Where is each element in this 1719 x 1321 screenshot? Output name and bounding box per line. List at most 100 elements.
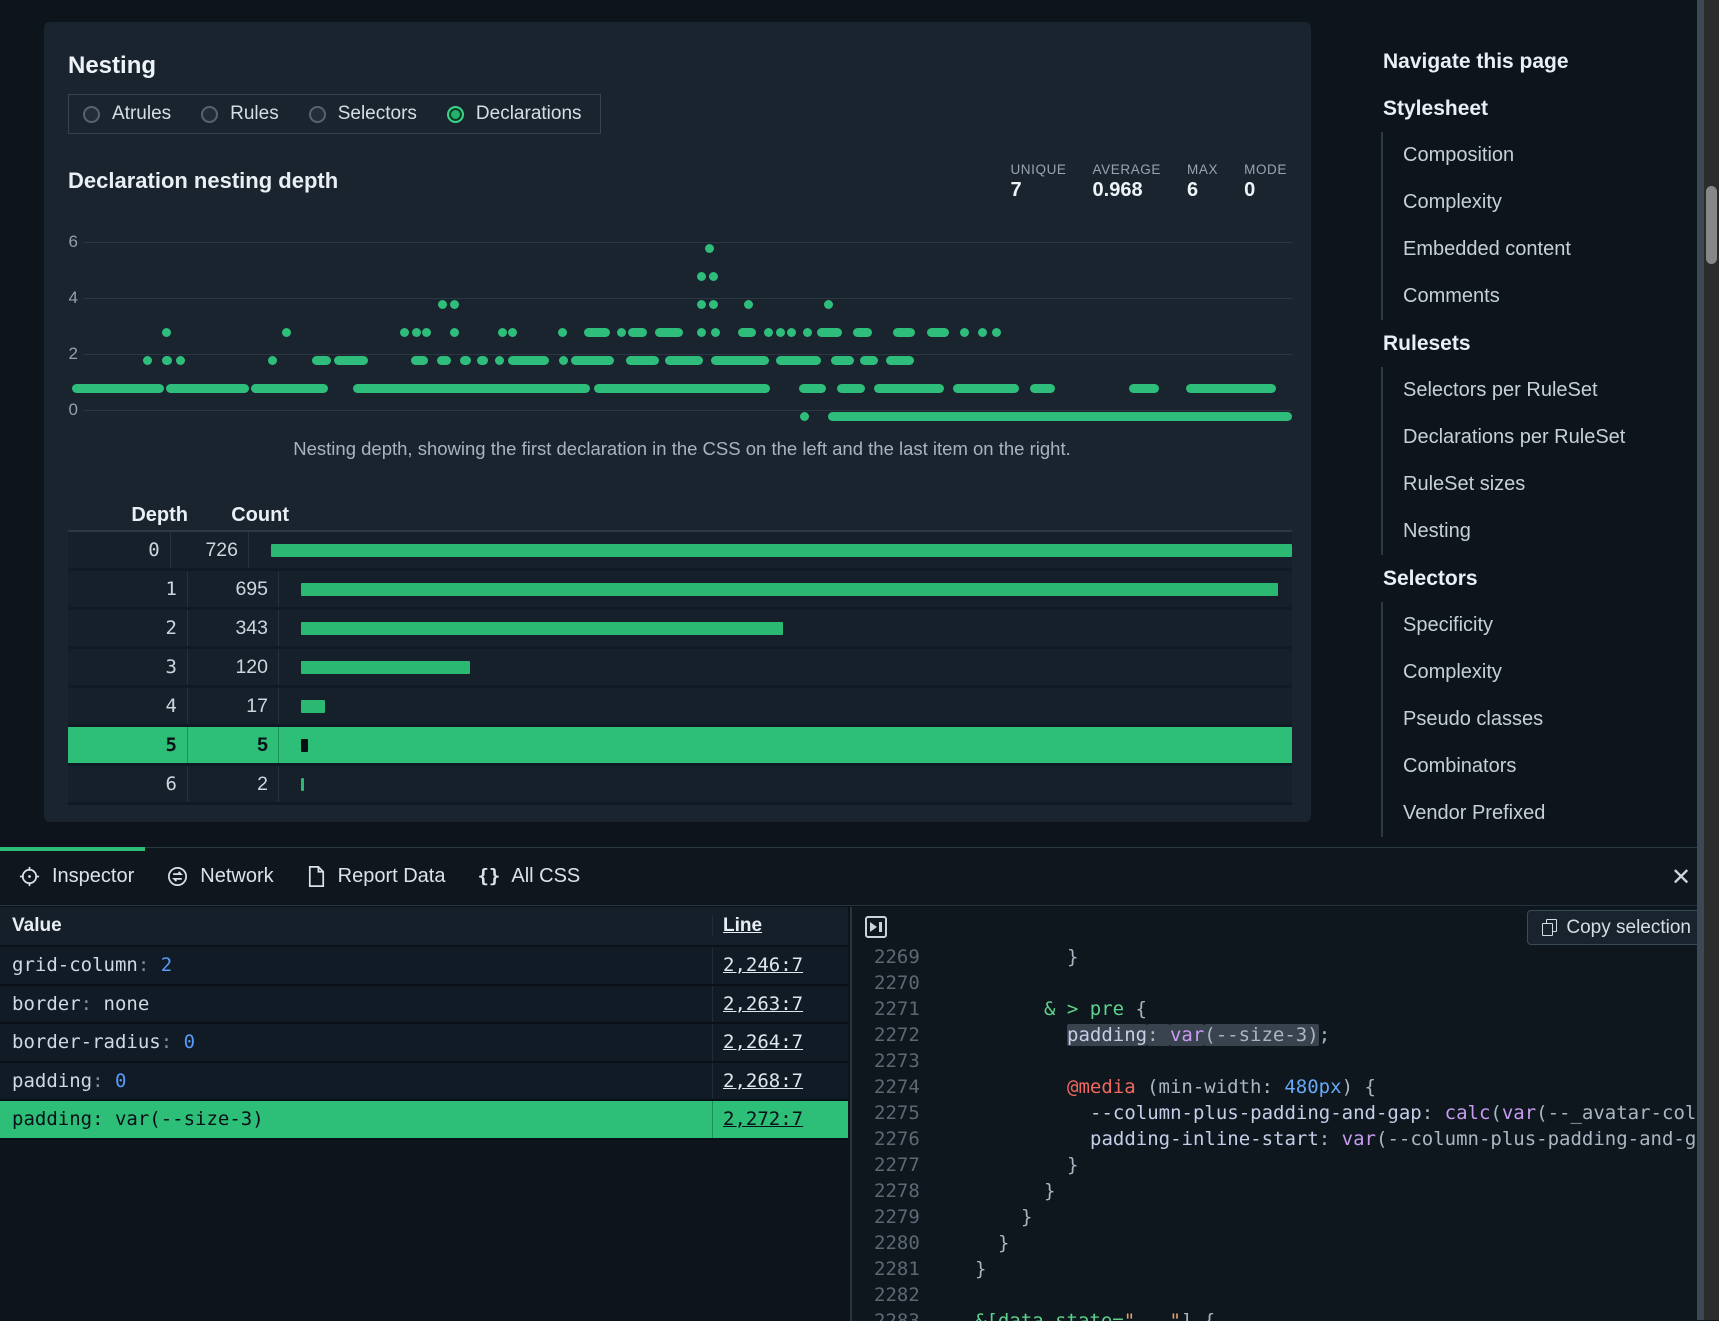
code-token: }	[1067, 1154, 1078, 1176]
nav-item-vendor-prefixed[interactable]: Vendor Prefixed	[1383, 790, 1681, 837]
code-text: @media (min-width: 480px) {	[952, 1074, 1376, 1100]
depth-table-row[interactable]: 2343	[68, 610, 1292, 649]
scatter-segment-depth-2	[411, 356, 428, 365]
scatter-segment-depth-3	[628, 328, 646, 337]
nav-item-composition[interactable]: Composition	[1383, 132, 1681, 179]
line-number: 2282	[852, 1282, 918, 1308]
bar-cell	[279, 649, 1292, 685]
depth-table-row[interactable]: 417	[68, 688, 1292, 727]
declaration-cell: grid-column: 2	[0, 954, 712, 976]
count-cell: 343	[188, 610, 279, 646]
line-link[interactable]: 2,246:7	[723, 954, 803, 976]
value-table-row[interactable]: border-radius: 02,264:7	[0, 1024, 848, 1063]
code-token: padding-inline-start	[1090, 1128, 1319, 1150]
scatter-segment-depth-2	[460, 356, 471, 365]
line-link[interactable]: 2,272:7	[723, 1108, 803, 1130]
depth-table-row[interactable]: 62	[68, 766, 1292, 805]
scatter-segment-depth-1	[953, 384, 1019, 393]
scrollbar-track[interactable]	[1704, 0, 1719, 1320]
value-table-row[interactable]: grid-column: 2 2,246:7	[0, 947, 848, 986]
scatter-segment-depth-3	[422, 328, 431, 337]
tab-network[interactable]: Network	[166, 865, 273, 888]
scatter-segment-depth-4	[438, 300, 447, 309]
line-number: 2277	[852, 1152, 918, 1178]
depth-table-row[interactable]: 1695	[68, 571, 1292, 610]
depth-cell: 6	[68, 766, 188, 802]
scatter-segment-depth-2	[176, 356, 185, 365]
scatter-segment-depth-1	[799, 384, 826, 393]
bar-cell	[279, 688, 1292, 724]
value-table-row[interactable]: border: none 2,263:7	[0, 986, 848, 1025]
scatter-segment-depth-5	[697, 272, 706, 281]
scrollbar-thumb[interactable]	[1706, 186, 1717, 264]
nav-item-complexity[interactable]: Complexity	[1383, 179, 1681, 226]
scatter-segment-depth-3	[978, 328, 987, 337]
code-token: (--column-plus-padding-and-gap)	[1376, 1128, 1719, 1150]
declaration-cell: padding: var(--size-3)	[0, 1108, 712, 1130]
nav-item-selectors-per-ruleset[interactable]: Selectors per RuleSet	[1383, 367, 1681, 414]
devtools-tabbar: Inspector Network Report Data {}All CSS	[0, 848, 1719, 906]
copy-selection-button[interactable]: Copy selection	[1527, 910, 1706, 945]
nav-item-declarations-per-ruleset[interactable]: Declarations per RuleSet	[1383, 414, 1681, 461]
line-link[interactable]: 2,263:7	[723, 993, 803, 1015]
scatter-segment-depth-2	[711, 356, 768, 365]
code-text: }	[952, 949, 1078, 970]
depth-cell: 0	[68, 532, 171, 568]
code-line: 2276padding-inline-start: var(--column-p…	[852, 1126, 1719, 1152]
nav-item-complexity[interactable]: Complexity	[1383, 649, 1681, 696]
depth-table-header: Depth Count	[68, 500, 1292, 532]
line-number: 2281	[852, 1256, 918, 1282]
tab-report-data[interactable]: Report Data	[306, 865, 446, 888]
tab-all-css[interactable]: {}All CSS	[477, 865, 580, 888]
nav-item-ruleset-sizes[interactable]: RuleSet sizes	[1383, 461, 1681, 508]
nav-item-specificity[interactable]: Specificity	[1383, 602, 1681, 649]
count-column-header: Count	[198, 504, 299, 527]
line-number: 2270	[852, 970, 918, 996]
y-axis-tick-label: 4	[48, 288, 78, 308]
scatter-segment-depth-3	[817, 328, 841, 337]
line-number: 2276	[852, 1126, 918, 1152]
scatter-segment-depth-2	[559, 356, 568, 365]
depth-table-row[interactable]: 0726	[68, 532, 1292, 571]
line-column-header[interactable]: Line	[712, 915, 848, 937]
value-table-row[interactable]: padding: 02,268:7	[0, 1063, 848, 1102]
scatter-segment-depth-3	[584, 328, 610, 337]
css-property: border-radius	[12, 1031, 161, 1053]
active-tab-indicator	[0, 847, 145, 851]
line-number: 2279	[852, 1204, 918, 1230]
scatter-segment-depth-0	[800, 412, 809, 421]
scatter-segment-depth-1	[251, 384, 328, 393]
line-link[interactable]: 2,268:7	[723, 1070, 803, 1092]
scatter-segment-depth-3	[498, 328, 507, 337]
nav-section-rulesets: Rulesets	[1381, 320, 1681, 367]
scatter-segment-depth-3	[282, 328, 291, 337]
depth-table-row[interactable]: 55	[68, 727, 1292, 766]
declaration-cell: border: none	[0, 993, 712, 1015]
value-table-row[interactable]: padding: var(--size-3) 2,272:7	[0, 1101, 848, 1140]
code-token: ;	[1319, 1024, 1330, 1046]
nav-item-embedded-content[interactable]: Embedded content	[1383, 226, 1681, 273]
open-panel-icon[interactable]	[865, 916, 887, 938]
close-panel-button[interactable]: ✕	[1664, 848, 1698, 906]
close-icon: ✕	[1671, 863, 1691, 892]
code-token: @media	[1067, 1076, 1136, 1098]
css-property: padding	[12, 1070, 92, 1092]
tab-inspector[interactable]: Inspector	[18, 865, 134, 888]
nesting-card: Nesting AtrulesRulesSelectorsDeclaration…	[44, 22, 1311, 822]
code-text: &[data-state="..."] {	[952, 1308, 1215, 1321]
code-token: &[data-state=	[975, 1310, 1124, 1321]
nav-item-pseudo-classes[interactable]: Pseudo classes	[1383, 696, 1681, 743]
css-source-viewer: Copy selection 2269}22702271& > pre {227…	[850, 907, 1719, 1321]
scatter-segment-depth-2	[665, 356, 703, 365]
devtools-panel: InspectorNetworkReport Data{}All CSS ✕ V…	[0, 847, 1719, 1321]
nav-item-combinators[interactable]: Combinators	[1383, 743, 1681, 790]
bar-cell	[279, 571, 1292, 607]
line-link[interactable]: 2,264:7	[723, 1031, 803, 1053]
nav-item-nesting[interactable]: Nesting	[1383, 508, 1681, 555]
code-token: (	[1490, 1102, 1501, 1124]
nav-item-comments[interactable]: Comments	[1383, 273, 1681, 320]
code-token: calc	[1445, 1102, 1491, 1124]
scatter-segment-depth-3	[655, 328, 683, 337]
scatter-segment-depth-2	[334, 356, 368, 365]
depth-table-row[interactable]: 3120	[68, 649, 1292, 688]
